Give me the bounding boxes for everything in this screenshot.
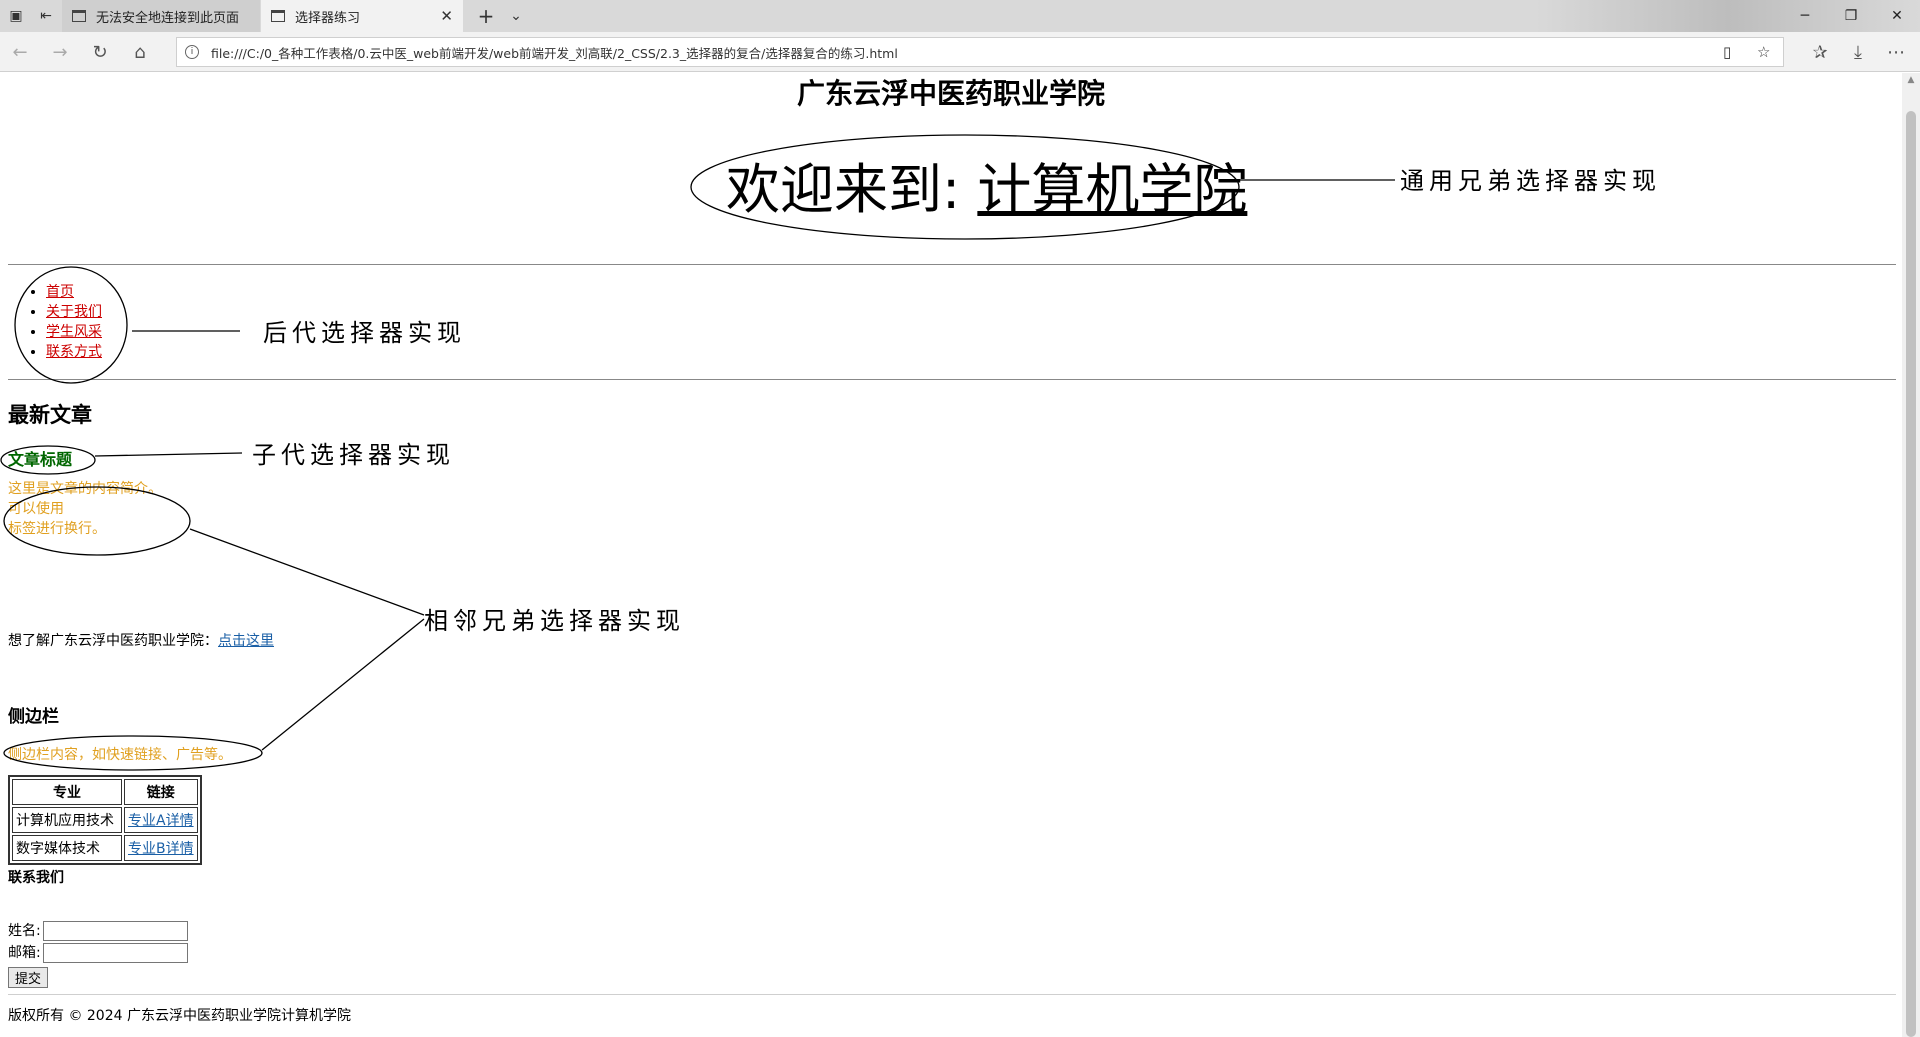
child-label: 子代选择器实现 <box>252 441 455 469</box>
info-icon[interactable]: i <box>185 45 199 59</box>
site-title: 广东云浮中医药职业学院 <box>796 77 1105 110</box>
sidebar-heading: 侧边栏 <box>8 707 59 727</box>
welcome-prefix: 欢迎来到: <box>726 158 978 221</box>
nav-item: 关于我们 <box>46 302 102 322</box>
table-header: 专业 <box>12 779 122 805</box>
scroll-up-icon[interactable]: ▲ <box>1902 75 1920 91</box>
general-sibling-label: 通用兄弟选择器实现 <box>1400 167 1661 195</box>
favorite-star-icon[interactable]: ☆ <box>1757 38 1770 66</box>
table-cell-major: 数字媒体技术 <box>12 835 122 861</box>
adjacent-sibling-label: 相邻兄弟选择器实现 <box>424 607 685 635</box>
new-tab-icon[interactable]: + <box>472 0 500 32</box>
table-header: 链接 <box>124 779 198 805</box>
site-nav: 首页 关于我们 学生风采 联系方式 <box>28 282 102 362</box>
learn-more: 想了解广东云浮中医药职业学院：点击这里 <box>8 631 274 651</box>
child-leader <box>94 452 243 457</box>
home-icon[interactable]: ⌂ <box>122 36 158 68</box>
email-label: 邮箱: <box>8 945 41 961</box>
email-row: 邮箱: <box>8 943 188 963</box>
majors-table: 专业 链接 计算机应用技术 专业A详情 数字媒体技术 专业B详情 <box>8 775 202 865</box>
tab-insecure[interactable]: 无法安全地连接到此页面 <box>62 0 260 32</box>
learn-more-text: 想了解广东云浮中医药职业学院： <box>8 633 218 649</box>
table-row: 数字媒体技术 专业B详情 <box>12 835 198 861</box>
nav-link-students[interactable]: 学生风采 <box>46 324 102 340</box>
reading-view-icon[interactable]: ▯ <box>1723 38 1731 66</box>
table-cell-link: 专业B详情 <box>124 835 198 861</box>
adjacent-sibling-leader-bottom <box>261 618 425 751</box>
name-label: 姓名: <box>8 923 41 939</box>
divider <box>8 379 1896 380</box>
tab-close-icon[interactable]: ✕ <box>440 7 453 25</box>
set-aside-tabs-icon[interactable]: ⇤ <box>32 0 60 32</box>
click-here-link[interactable]: 点击这里 <box>218 633 274 649</box>
tab-title: 选择器练习 <box>295 10 361 26</box>
major-a-link[interactable]: 专业A详情 <box>128 813 194 829</box>
close-icon[interactable]: ✕ <box>1874 0 1920 32</box>
divider <box>8 264 1896 265</box>
major-b-link[interactable]: 专业B详情 <box>128 841 194 857</box>
latest-articles-heading: 最新文章 <box>8 403 92 427</box>
submit-button[interactable]: 提交 <box>8 967 49 988</box>
table-row: 计算机应用技术 专业A详情 <box>12 807 198 833</box>
page-icon <box>271 10 285 22</box>
table-header-row: 专业 链接 <box>12 779 198 805</box>
forward-icon[interactable]: → <box>42 36 78 68</box>
nav-link-about[interactable]: 关于我们 <box>46 304 102 320</box>
article-intro-line: 这里是文章的内容简介。 <box>8 481 162 497</box>
page-content: 广东云浮中医药职业学院 欢迎来到: 计算机学院 首页 关于我们 学生风采 联系方… <box>0 73 1902 1037</box>
address-bar[interactable]: i file:///C:/0_各种工作表格/0.云中医_web前端开发/web前… <box>176 37 1784 67</box>
tab-preview-icon[interactable]: ▣ <box>2 0 30 32</box>
tab-title: 无法安全地连接到此页面 <box>96 10 240 26</box>
article-intro: 这里是文章的内容简介。 可以使用 标签进行换行。 <box>8 479 162 539</box>
tab-bar: ▣ ⇤ 无法安全地连接到此页面 选择器练习 ✕ + ⌄ ─ ❐ ✕ <box>0 0 1920 32</box>
table-cell-link: 专业A详情 <box>124 807 198 833</box>
more-icon[interactable]: ⋯ <box>1878 36 1914 68</box>
refresh-icon[interactable]: ↻ <box>82 36 118 68</box>
article-intro-line: 标签进行换行。 <box>8 521 106 537</box>
navigation-bar: ← → ↻ ⌂ i file:///C:/0_各种工作表格/0.云中医_web前… <box>0 32 1920 72</box>
minimize-icon[interactable]: ─ <box>1782 0 1828 32</box>
nav-item: 联系方式 <box>46 342 102 362</box>
page-icon <box>72 10 86 22</box>
adjacent-sibling-leader-top <box>189 528 425 616</box>
name-row: 姓名: <box>8 921 188 941</box>
descendant-label: 后代选择器实现 <box>263 319 466 347</box>
email-input[interactable] <box>42 943 188 963</box>
sidebar-text: 侧边栏内容，如快速链接、广告等。 <box>8 747 232 763</box>
favorites-hub-icon[interactable]: ✰ <box>1802 36 1838 68</box>
footer-divider <box>8 994 1896 995</box>
vertical-scrollbar[interactable]: ▲ <box>1902 73 1920 1037</box>
table-cell-major: 计算机应用技术 <box>12 807 122 833</box>
tab-selector-practice[interactable]: 选择器练习 ✕ <box>261 0 463 32</box>
back-icon[interactable]: ← <box>2 36 38 68</box>
nav-item: 学生风采 <box>46 322 102 342</box>
scrollbar-thumb[interactable] <box>1906 111 1916 1037</box>
welcome-heading: 欢迎来到: 计算机学院 <box>726 155 1247 225</box>
downloads-icon[interactable]: ⤓ <box>1840 36 1876 68</box>
welcome-college: 计算机学院 <box>977 158 1248 221</box>
nav-link-contact[interactable]: 联系方式 <box>46 344 102 360</box>
contact-heading: 联系我们 <box>8 870 64 886</box>
name-input[interactable] <box>42 921 188 941</box>
article-title: 文章标题 <box>8 450 73 469</box>
footer-text: 版权所有 © 2024 广东云浮中医药职业学院计算机学院 <box>8 1008 351 1024</box>
article-intro-line: 可以使用 <box>8 501 64 517</box>
restore-icon[interactable]: ❐ <box>1828 0 1874 32</box>
nav-link-home[interactable]: 首页 <box>46 284 74 300</box>
url-text[interactable]: file:///C:/0_各种工作表格/0.云中医_web前端开发/web前端开… <box>211 43 898 62</box>
nav-item: 首页 <box>46 282 102 302</box>
chevron-down-icon[interactable]: ⌄ <box>502 0 530 32</box>
